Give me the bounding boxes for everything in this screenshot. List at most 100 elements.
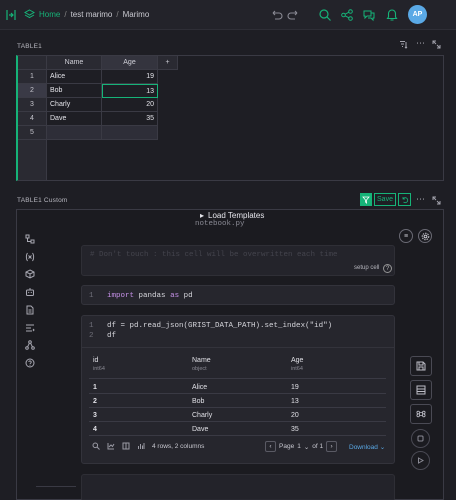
- layout-icon[interactable]: [410, 380, 432, 400]
- breadcrumb-home[interactable]: Home: [39, 10, 60, 19]
- sort-filter-icon[interactable]: [399, 40, 408, 49]
- page-of-label: of 1: [312, 443, 324, 450]
- columns-icon[interactable]: [122, 442, 130, 450]
- file-tree-icon[interactable]: [25, 234, 35, 244]
- dataframe-summary: 4 rows, 2 columns: [152, 442, 205, 450]
- settings-gear-icon[interactable]: [418, 229, 432, 243]
- redo-icon[interactable]: [287, 8, 301, 22]
- save-button[interactable]: Save: [374, 193, 396, 206]
- column-header-age[interactable]: Age: [102, 56, 158, 70]
- cell-age[interactable]: 20: [102, 98, 158, 112]
- breadcrumb-document[interactable]: Marimo: [123, 10, 150, 19]
- row-number[interactable]: 4: [18, 112, 47, 126]
- table1-widget: Name Age + 1 Alice 19 2 Bob 13 3 Charly …: [16, 55, 444, 181]
- search-icon[interactable]: [92, 442, 100, 450]
- search-icon[interactable]: [318, 8, 332, 22]
- table1-title: TABLE1: [17, 43, 42, 50]
- divider: [36, 486, 76, 487]
- code-line: 1 df = pd.read_json(GRIST_DATA_PATH).set…: [89, 322, 333, 330]
- table-row: 3 Charly 20: [89, 409, 386, 422]
- load-templates-label: Load Templates: [208, 211, 265, 220]
- row-number[interactable]: 5: [18, 126, 47, 140]
- chevron-down-icon[interactable]: ⌄: [304, 443, 309, 451]
- variables-icon[interactable]: [25, 252, 35, 262]
- cell-name[interactable]: Charly: [47, 98, 102, 112]
- cell-age-selected[interactable]: 13: [102, 84, 158, 98]
- custom-widget-title: TABLE1 Custom: [17, 197, 68, 204]
- chart-icon[interactable]: [107, 442, 115, 450]
- breadcrumb: Home / test marimo / Marimo: [24, 9, 149, 20]
- more-options-icon[interactable]: ⋯: [416, 38, 425, 49]
- bar-chart-icon[interactable]: [137, 442, 145, 450]
- run-icon[interactable]: [411, 451, 430, 470]
- cell-name[interactable]: Dave: [47, 112, 102, 126]
- comments-icon[interactable]: [362, 8, 376, 22]
- avatar[interactable]: AP: [408, 5, 427, 24]
- layers-icon: [24, 9, 35, 20]
- top-bar: Home / test marimo / Marimo AP: [0, 0, 456, 30]
- command-icon[interactable]: [410, 404, 432, 424]
- download-button[interactable]: Download ⌄: [349, 443, 385, 451]
- more-options-icon[interactable]: ⋯: [416, 194, 425, 205]
- cell-name-new[interactable]: [47, 126, 102, 140]
- save-file-icon[interactable]: [410, 356, 432, 376]
- breadcrumb-folder[interactable]: test marimo: [71, 10, 113, 19]
- code-cell-import[interactable]: 1 import pandas as pd: [81, 285, 395, 305]
- setup-cell-code: # Don't touch : this cell will be overwr…: [90, 251, 338, 259]
- code-cell-next[interactable]: [81, 474, 395, 500]
- expand-icon[interactable]: [432, 196, 441, 205]
- widget-filter-icon[interactable]: [360, 193, 372, 206]
- add-column-button[interactable]: +: [158, 56, 178, 70]
- table-row: 4 Dave 35: [89, 423, 386, 436]
- help-icon[interactable]: [25, 358, 35, 368]
- df-dtype-id: int64: [93, 366, 105, 372]
- prev-page-button[interactable]: ‹: [265, 441, 276, 452]
- row-number[interactable]: 1: [18, 70, 47, 84]
- cell-age[interactable]: 35: [102, 112, 158, 126]
- cell-age[interactable]: 19: [102, 70, 158, 84]
- expand-icon[interactable]: [432, 40, 441, 49]
- panel-toggle-icon[interactable]: [6, 8, 16, 22]
- load-templates-toggle[interactable]: ▸ Load Templates: [200, 211, 264, 220]
- undo-icon[interactable]: [269, 8, 283, 22]
- dataframe-header: id int64 Name object Age int64: [89, 351, 386, 379]
- row-number-gutter: [18, 140, 47, 180]
- page-select[interactable]: 1: [297, 443, 301, 450]
- cell-name[interactable]: Alice: [47, 70, 102, 84]
- df-col-id[interactable]: id: [93, 357, 98, 364]
- setup-cell[interactable]: # Don't touch : this cell will be overwr…: [81, 245, 395, 276]
- page-label: Page: [279, 443, 295, 450]
- cell-divider: [82, 347, 394, 348]
- code-line: 1 import pandas as pd: [89, 292, 193, 300]
- breadcrumb-separator: /: [116, 10, 119, 19]
- row-number[interactable]: 3: [18, 98, 47, 112]
- grid-corner[interactable]: [18, 56, 47, 70]
- setup-cell-label: setup cell: [354, 265, 380, 271]
- caret-right-icon: ▸: [200, 211, 205, 220]
- df-col-name[interactable]: Name: [192, 357, 211, 364]
- packages-icon[interactable]: [25, 269, 35, 279]
- revert-button[interactable]: [398, 193, 411, 206]
- next-page-button[interactable]: ›: [326, 441, 338, 452]
- ai-bot-icon[interactable]: [25, 287, 35, 297]
- outline-icon[interactable]: [25, 323, 35, 333]
- setup-cell-help-icon[interactable]: ?: [383, 264, 392, 273]
- df-col-age[interactable]: Age: [291, 357, 303, 364]
- pagination: ‹ Page 1 ⌄ of 1 ›: [265, 441, 338, 452]
- cell-name[interactable]: Bob: [47, 84, 102, 98]
- df-dtype-age: int64: [291, 366, 303, 372]
- dataframe-toolbar: 4 rows, 2 columns: [92, 442, 204, 450]
- menu-icon[interactable]: ≡: [399, 229, 413, 243]
- dependencies-icon[interactable]: [25, 340, 35, 350]
- table-row: 1 Alice 19: [89, 381, 386, 394]
- column-header-name[interactable]: Name: [47, 56, 102, 70]
- notifications-icon[interactable]: [385, 8, 399, 22]
- row-number[interactable]: 2: [18, 84, 47, 98]
- df-dtype-name: object: [192, 366, 207, 372]
- code-line: 2 df: [89, 332, 117, 340]
- share-icon[interactable]: [340, 8, 354, 22]
- stop-icon[interactable]: [411, 429, 430, 448]
- cell-age-new[interactable]: [102, 126, 158, 140]
- notebook-filename: notebook.py: [195, 220, 245, 228]
- documentation-icon[interactable]: [25, 305, 35, 315]
